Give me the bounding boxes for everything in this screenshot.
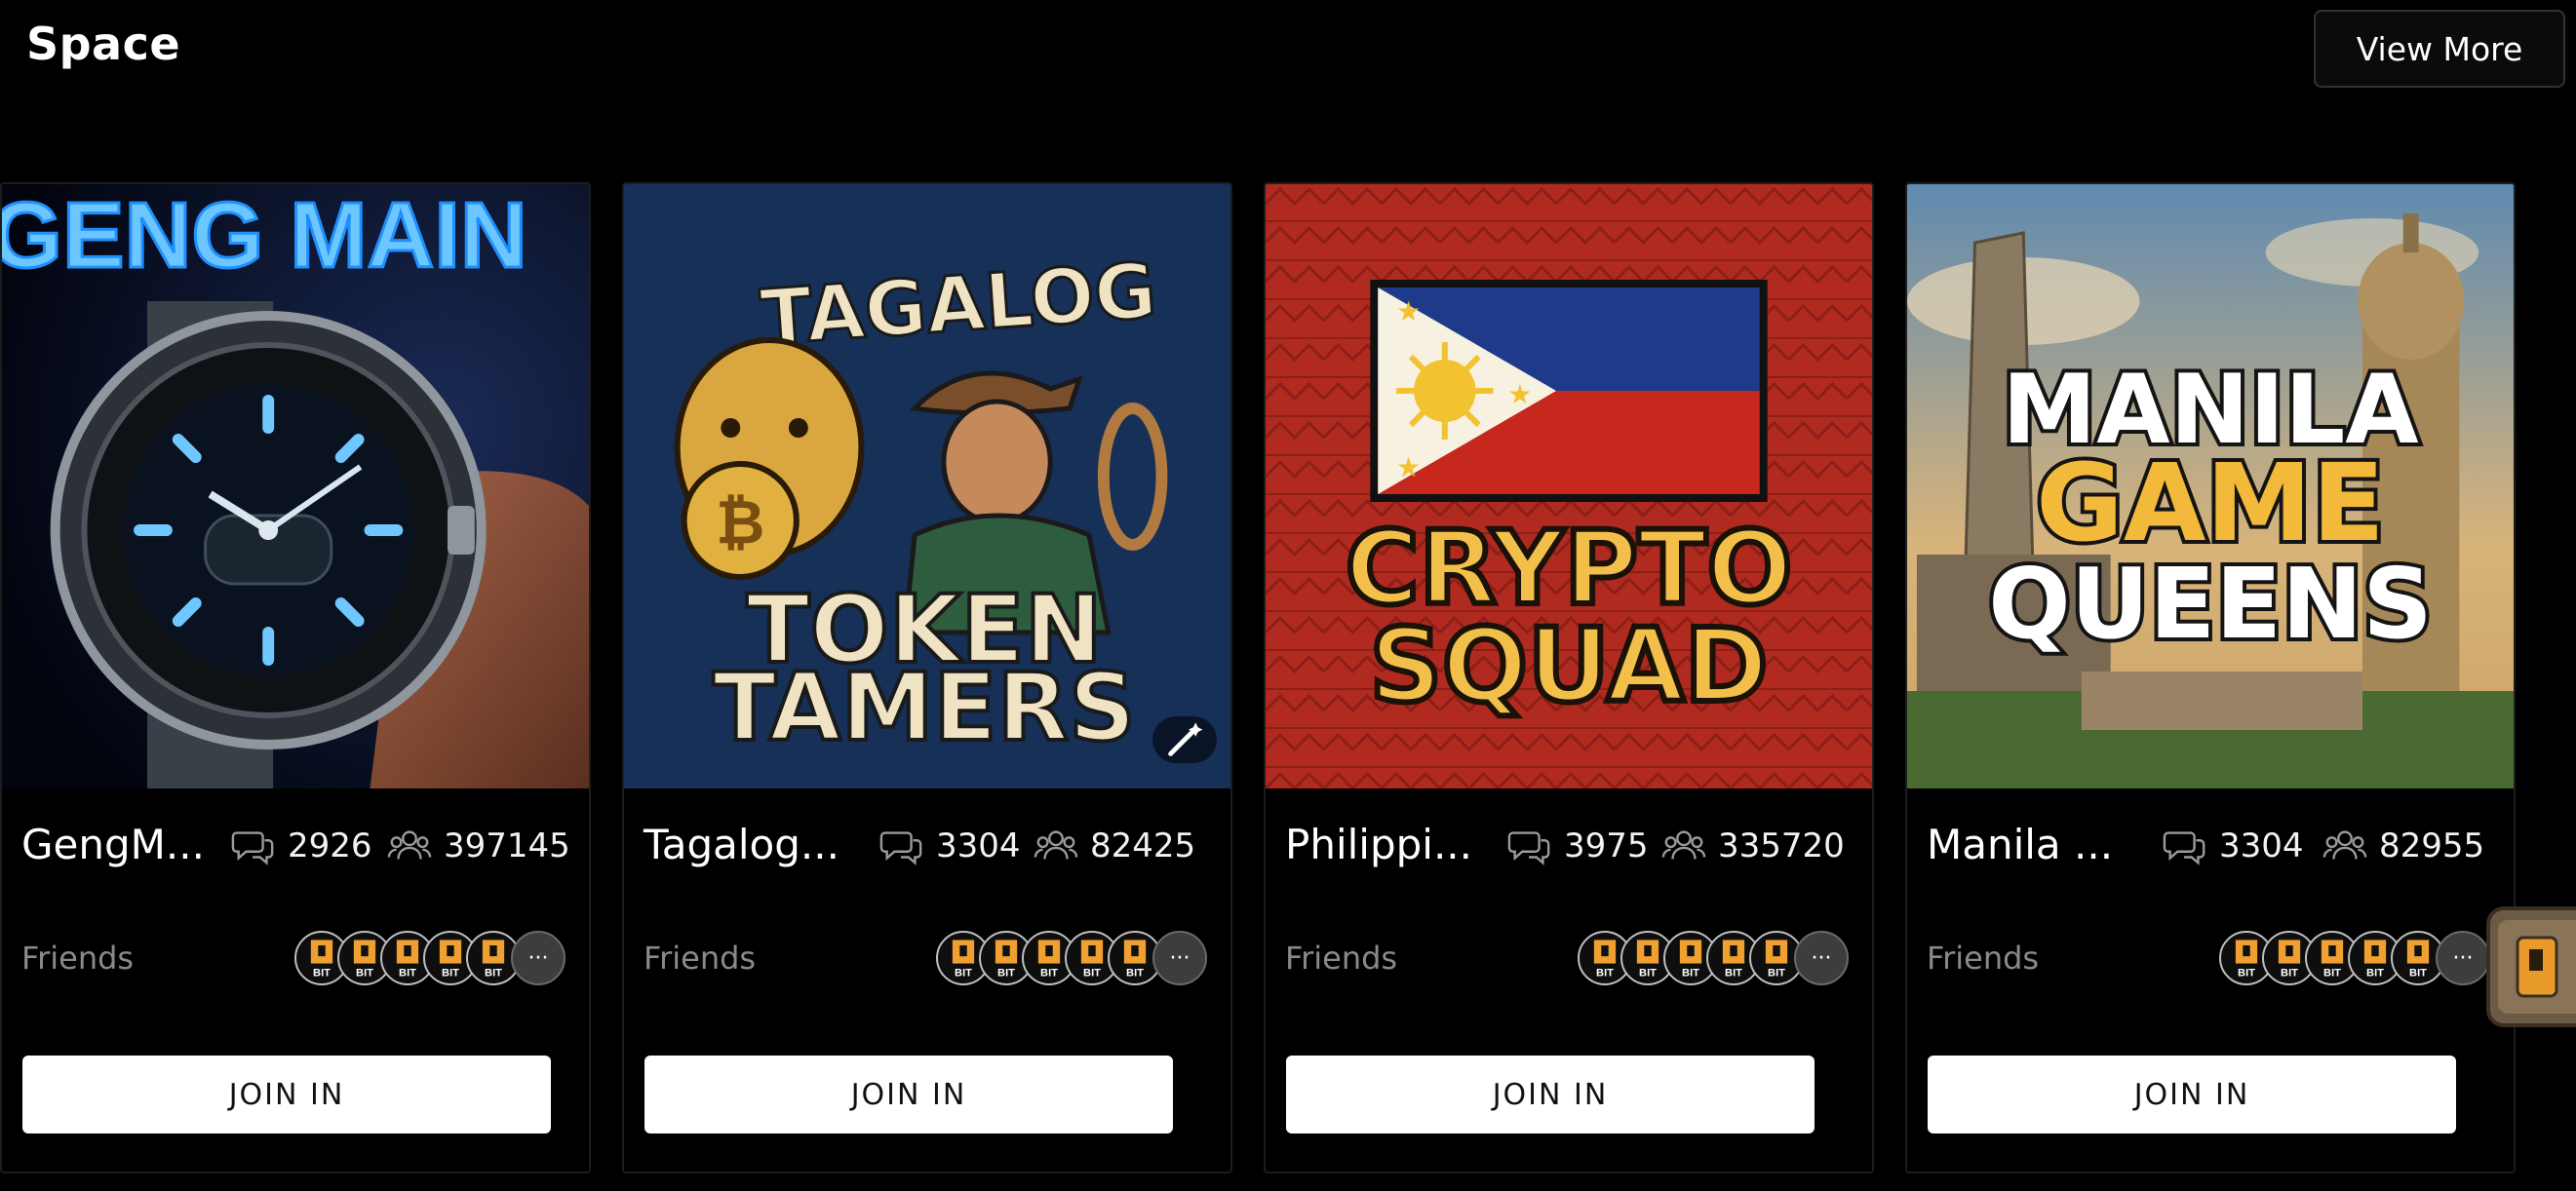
- comment-count-value: 2926: [288, 826, 372, 865]
- svg-text:★: ★: [1396, 452, 1421, 482]
- space-name[interactable]: Philippi...: [1285, 821, 1472, 868]
- member-count-value: 335720: [1718, 826, 1845, 865]
- view-more-button[interactable]: View More: [2314, 10, 2565, 88]
- comment-count: 3304: [2163, 824, 2304, 868]
- friend-avatars[interactable]: BIT BIT BIT BIT BIT ···: [294, 931, 569, 985]
- member-count-value: 82955: [2379, 826, 2485, 865]
- chat-bubbles-icon: [231, 831, 274, 865]
- space-card[interactable]: ★ ★ ★ CRYPTO SQUAD Philippi... 3975 3357…: [1264, 182, 1874, 1173]
- friends-label: Friends: [644, 940, 757, 977]
- space-cover-image[interactable]: MANILA GAME QUEENS: [1907, 184, 2514, 788]
- join-button[interactable]: JOIN IN: [644, 1056, 1173, 1133]
- magic-wand-icon[interactable]: [1152, 716, 1217, 763]
- member-count: 397145: [387, 824, 570, 868]
- space-cover-image[interactable]: GENG MAIN: [2, 184, 589, 788]
- avatar-text: BIT: [2281, 968, 2298, 980]
- chat-bubbles-icon: [2163, 831, 2205, 865]
- section-title: Space: [26, 18, 181, 70]
- avatar-text: BIT: [399, 968, 416, 980]
- more-friends-button[interactable]: ···: [511, 931, 566, 985]
- cover-text: TAMERS: [713, 653, 1136, 762]
- avatar-text: BIT: [1126, 968, 1144, 980]
- friend-avatars[interactable]: BIT BIT BIT BIT BIT ···: [1578, 931, 1853, 985]
- people-icon: [1034, 830, 1078, 860]
- member-count: 335720: [1661, 824, 1845, 868]
- member-count: 82955: [2322, 824, 2484, 868]
- space-card[interactable]: MANILA GAME QUEENS Manila ... 3304 82955…: [1905, 182, 2516, 1173]
- space-card[interactable]: TAGALOG ₿ TOKEN TAMERS Tagalog... 3304 8…: [622, 182, 1232, 1173]
- space-cover-image[interactable]: TAGALOG ₿ TOKEN TAMERS: [624, 184, 1230, 788]
- svg-text:★: ★: [1396, 296, 1421, 327]
- space-name[interactable]: Tagalog...: [644, 821, 839, 868]
- avatar-text: BIT: [2409, 968, 2427, 980]
- comment-count: 3304: [879, 824, 1021, 868]
- people-icon: [387, 830, 432, 860]
- space-name[interactable]: GengM...: [21, 821, 205, 868]
- avatar-text: BIT: [1596, 968, 1614, 980]
- avatar-text: BIT: [2238, 968, 2255, 980]
- treasure-chest-icon[interactable]: [2484, 899, 2576, 1035]
- avatar-text: BIT: [1040, 968, 1058, 980]
- comment-count-value: 3304: [2219, 826, 2304, 865]
- member-count-value: 397145: [444, 826, 570, 865]
- chat-bubbles-icon: [879, 831, 922, 865]
- join-button[interactable]: JOIN IN: [1928, 1056, 2456, 1133]
- avatar-text: BIT: [1768, 968, 1785, 980]
- avatar-text: BIT: [997, 968, 1015, 980]
- space-cover-image[interactable]: ★ ★ ★ CRYPTO SQUAD: [1266, 184, 1872, 788]
- avatar-text: BIT: [442, 968, 459, 980]
- cover-text: SQUAD: [1370, 608, 1769, 725]
- friends-label: Friends: [1285, 940, 1398, 977]
- join-button[interactable]: JOIN IN: [22, 1056, 551, 1133]
- member-count-value: 82425: [1090, 826, 1196, 865]
- avatar-text: BIT: [1725, 968, 1742, 980]
- friends-label: Friends: [21, 940, 135, 977]
- more-friends-button[interactable]: ···: [1794, 931, 1849, 985]
- avatar-text: BIT: [1639, 968, 1657, 980]
- cover-text: GENG MAIN: [2, 184, 527, 288]
- member-count: 82425: [1034, 824, 1195, 868]
- people-icon: [1661, 830, 1706, 860]
- cover-text: QUEENS: [1988, 547, 2433, 661]
- more-friends-button[interactable]: ···: [2436, 931, 2490, 985]
- avatar-text: BIT: [1682, 968, 1699, 980]
- friends-label: Friends: [1927, 940, 2040, 977]
- space-name[interactable]: Manila ...: [1927, 821, 2113, 868]
- friend-avatars[interactable]: BIT BIT BIT BIT BIT ···: [2219, 931, 2494, 985]
- comment-count-value: 3304: [936, 826, 1021, 865]
- avatar-text: BIT: [1083, 968, 1101, 980]
- avatar-text: BIT: [955, 968, 972, 980]
- svg-text:★: ★: [1507, 379, 1532, 409]
- friend-avatars[interactable]: BIT BIT BIT BIT BIT ···: [936, 931, 1211, 985]
- svg-text:₿: ₿: [716, 487, 764, 557]
- avatar-text: BIT: [356, 968, 373, 980]
- comment-count: 3975: [1507, 824, 1649, 868]
- comment-count: 2926: [231, 824, 372, 868]
- comment-count-value: 3975: [1564, 826, 1649, 865]
- more-friends-button[interactable]: ···: [1152, 931, 1207, 985]
- space-card[interactable]: GENG MAIN GengM... 2926 397145 Friends B…: [0, 182, 591, 1173]
- avatar-text: BIT: [485, 968, 502, 980]
- avatar-text: BIT: [2366, 968, 2384, 980]
- chat-bubbles-icon: [1507, 831, 1550, 865]
- join-button[interactable]: JOIN IN: [1286, 1056, 1815, 1133]
- avatar-text: BIT: [2323, 968, 2341, 980]
- people-icon: [2322, 830, 2367, 860]
- avatar-text: BIT: [313, 968, 331, 980]
